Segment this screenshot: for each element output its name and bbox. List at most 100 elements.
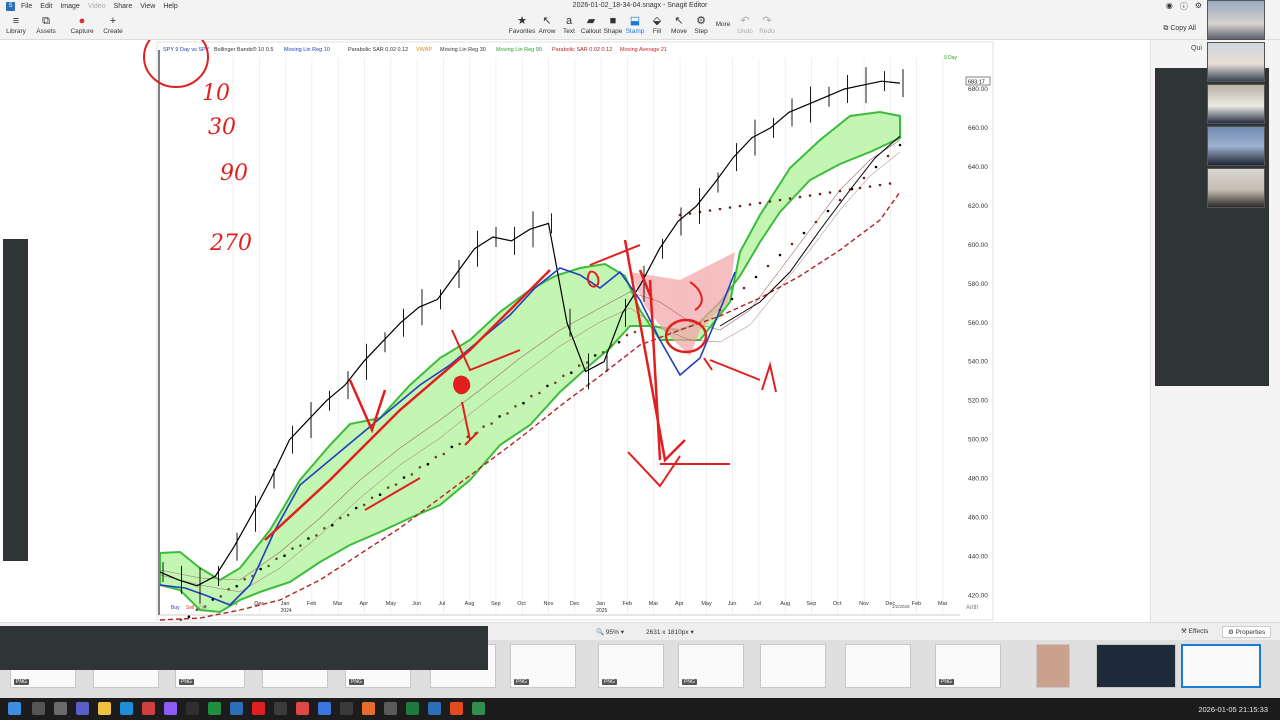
redo-button[interactable]: ↷ Redo [753,15,781,35]
copy-all-button[interactable]: ⧉ Copy All [1163,25,1196,33]
capture-thumbnail[interactable]: PNG [598,644,664,688]
capture-thumbnail[interactable] [1036,644,1070,688]
zoom-control[interactable]: 🔍 95% ▾ [596,628,624,636]
brave-icon[interactable] [362,702,375,715]
app-icon[interactable] [208,702,221,715]
sar-dot [179,618,183,622]
menu-video[interactable]: Video [88,3,106,10]
legend-item: Parabolic SAR 0.02 0.12 [552,47,612,53]
capture-thumbnail[interactable] [760,644,826,688]
start-icon[interactable] [8,702,21,715]
account-icon[interactable]: ◉ [1166,1,1173,12]
app-icon[interactable] [340,702,353,715]
capture-thumbnail[interactable]: PNG [678,644,744,688]
capture-thumbnail-selected[interactable] [1181,644,1261,688]
y-tick-label: 660.00 [968,125,988,132]
library-button[interactable]: ≡ Library [2,15,30,35]
menu-file[interactable]: File [21,3,32,10]
y-tick-label: 600.00 [968,242,988,249]
capture-button[interactable]: ● Capture [68,15,96,35]
menu-share[interactable]: Share [114,3,133,10]
app-icon[interactable] [428,702,441,715]
capture-thumbnail[interactable]: PNG [935,644,1001,688]
create-button[interactable]: + Create [99,15,127,35]
sar-dot [187,615,191,618]
opt-label[interactable]: Opt [199,605,208,611]
teams-icon[interactable] [76,702,89,715]
sar-dot [362,503,366,507]
effects-button[interactable]: ⚒ Effects [1176,626,1213,638]
app-icon[interactable] [406,702,419,715]
app-icon[interactable] [318,702,331,715]
sar-dot [814,220,818,224]
toolbar: ≡ Library ⧉ Assets ● Capture + Create ★ Favor… [0,13,1280,40]
chart-image[interactable]: SPY 9 Day vs SPY Bollinger Bands® 10 0.5… [0,40,1150,622]
menu-help[interactable]: Help [163,3,177,10]
sar-dot [482,425,485,428]
title-icons: ◉ ⓘ ⚙ [1166,1,1202,12]
app-icon[interactable] [384,702,397,715]
snagit-icon[interactable] [230,702,243,715]
app-icon[interactable] [472,702,485,715]
app-icon[interactable] [296,702,309,715]
sar-dot [617,340,621,344]
windows-taskbar: 2026-01-05 21:15:33 [0,698,1280,720]
sar-dot [490,422,493,425]
menu-image[interactable]: Image [60,3,79,10]
scale-label[interactable]: Arith [966,605,978,611]
menu-view[interactable]: View [140,3,155,10]
canvas-area[interactable]: SPY 9 Day vs SPY Bollinger Bands® 10 0.5… [0,40,1150,622]
sell-label[interactable]: Sell [186,605,194,611]
title-bar: S File Edit Image Video Share View Help … [0,0,1280,13]
app-icon[interactable] [274,702,287,715]
sar-dot [766,264,770,268]
taskbar-clock[interactable]: 2026-01-05 21:15:33 [1198,705,1268,714]
edge-icon[interactable] [120,702,133,715]
legend-item: Moving Lin Reg 90 [496,47,542,53]
y-axis: 420.00 440.00 460.00 480.00 500.00 520.00 540.… [968,86,988,600]
snagit-app-icon[interactable]: S [6,2,15,11]
image-dimensions[interactable]: 2631 x 1810px ▾ [646,628,694,636]
info-icon[interactable]: ⓘ [1180,1,1188,12]
file-explorer-icon[interactable] [98,702,111,715]
youtube-icon[interactable] [252,702,265,715]
x-tick-label: Aug [465,601,475,607]
widgets-icon[interactable] [54,702,67,715]
app-icon[interactable] [142,702,155,715]
app-icon[interactable] [450,702,463,715]
video-tile-participant-3 [1207,84,1265,124]
capture-thumbnail[interactable] [1096,644,1176,688]
sar-dot [808,194,812,197]
assets-button[interactable]: ⧉ Assets [32,15,60,35]
app-icon[interactable] [186,702,199,715]
x-tick-label: Dec [570,601,580,607]
app-icon[interactable] [164,702,177,715]
capture-thumbnail[interactable]: PNG [510,644,576,688]
tool-favorites[interactable]: ★ Favorites [508,15,536,35]
sar-dot [898,143,902,147]
x-tick-label: Feb [622,601,631,607]
ink-caret [761,361,777,393]
y-tick-label: 680.00 [968,86,988,93]
task-view-icon[interactable] [32,702,45,715]
properties-button[interactable]: ⚙ Properties [1222,626,1272,638]
x-tick-label: Feb [912,601,921,607]
settings-icon[interactable]: ⚙ [1195,1,1202,12]
sar-dot [291,547,294,550]
x-tick-label: Aug [780,601,790,607]
sar-dot [339,516,342,520]
sar-dot [868,185,872,188]
sar-dot [346,513,350,517]
x-tick-label: Feb [307,601,316,607]
sar-dot [838,198,842,202]
sar-dot [748,203,752,206]
price-badge-text: 683.17 [968,80,985,86]
sar-dot [219,595,223,598]
capture-thumbnail[interactable] [845,644,911,688]
menu-edit[interactable]: Edit [40,3,52,10]
redo-icon: ↷ [762,15,772,27]
sar-dot [243,577,246,581]
buy-label[interactable]: Buy [171,605,180,611]
y-tick-label: 420.00 [968,593,988,600]
sar-dot [275,557,278,561]
